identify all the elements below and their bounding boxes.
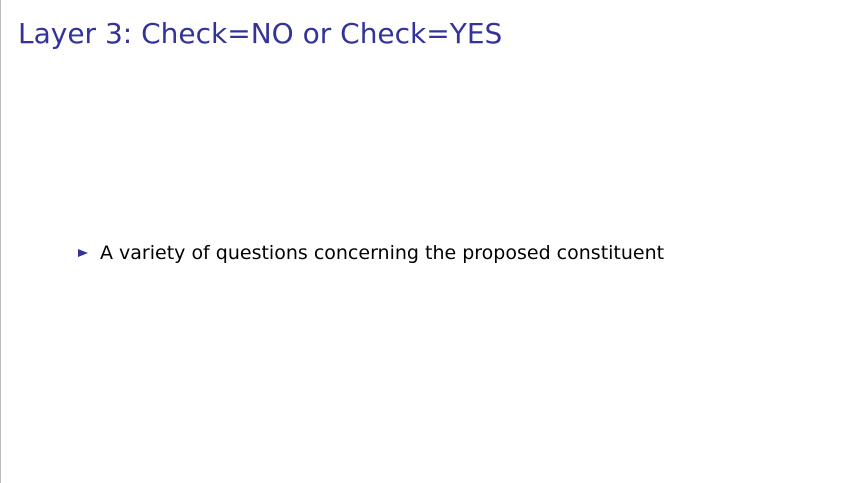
slide: Layer 3: Check=NO or Check=YES A variety… — [0, 0, 863, 483]
bullet-list: A variety of questions concerning the pr… — [78, 240, 664, 266]
triangle-right-bullet-icon — [78, 249, 88, 257]
slide-title: Layer 3: Check=NO or Check=YES — [18, 17, 503, 50]
bullet-text: A variety of questions concerning the pr… — [100, 242, 665, 264]
list-item: A variety of questions concerning the pr… — [78, 240, 664, 266]
